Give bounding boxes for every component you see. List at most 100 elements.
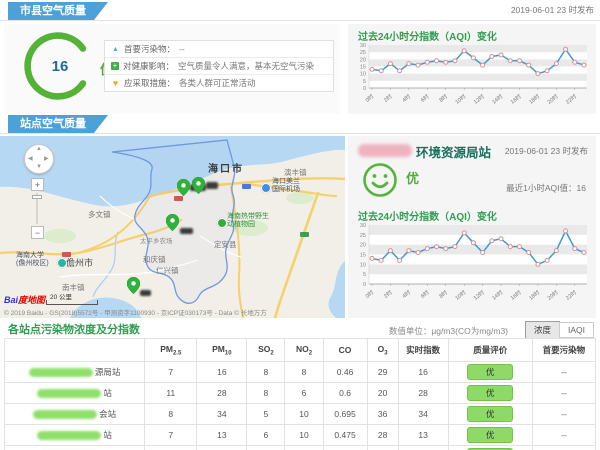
redacted-map-label xyxy=(206,182,218,189)
svg-text:0: 0 xyxy=(363,86,366,92)
primary-pollutant-cell: -- xyxy=(532,425,595,446)
map-attribution: © 2019 Baidu - GS(2018)5572号 - 甲测资字11009… xyxy=(4,307,267,317)
pan-down-icon[interactable]: ▼ xyxy=(36,164,42,170)
pan-up-icon[interactable]: ▲ xyxy=(36,146,42,152)
road-shield xyxy=(300,232,309,237)
info-row: ♥应采取措施：各类人群可正常活动 xyxy=(105,75,333,91)
map-poi-label: 海南热带野生 动植物园 xyxy=(227,213,269,229)
redacted-station-name xyxy=(358,144,412,157)
station-map-pin-icon[interactable] xyxy=(177,179,190,196)
divider xyxy=(0,20,600,21)
unit-note: 数值单位：μg/m3(CO为mg/m3) xyxy=(389,325,508,337)
station-map-pin-icon[interactable] xyxy=(127,277,140,294)
info-text: 各类人群可正常活动 xyxy=(179,77,256,89)
baidu-logo: Bai度地图 xyxy=(4,293,45,306)
value-cell: 8 xyxy=(247,383,285,404)
info-row: ▲ 首要污染物： -- xyxy=(105,41,333,58)
heart-icon: ♥ xyxy=(111,78,120,88)
svg-text:20时: 20时 xyxy=(545,288,559,302)
zoom-in-button[interactable]: + xyxy=(31,178,44,191)
svg-text:0时: 0时 xyxy=(364,92,376,104)
recent-aqi: 最近1小时AQI值：16 xyxy=(506,182,586,194)
value-cell: 10 xyxy=(285,404,323,425)
column-header: 质量评价 xyxy=(448,339,532,362)
station-map-pin-icon[interactable] xyxy=(192,177,205,194)
toggle-inactive[interactable]: IAQI xyxy=(559,322,594,338)
station-publish-time: 2019-06-01 23 时发布 xyxy=(505,145,588,157)
svg-text:15: 15 xyxy=(360,253,366,259)
value-cell: 36 xyxy=(367,404,398,425)
svg-text:14时: 14时 xyxy=(490,92,504,106)
svg-text:20时: 20时 xyxy=(545,92,559,106)
flask-icon: ▲ xyxy=(111,46,120,53)
station-name: 环境资源局站 xyxy=(416,142,491,161)
value-cell: 8 xyxy=(285,362,323,383)
park-icon[interactable] xyxy=(217,218,227,228)
map-label: 儋州市 xyxy=(66,256,93,269)
rating-badge: 优 xyxy=(467,364,513,380)
pan-left-icon[interactable]: ◀ xyxy=(28,155,33,162)
zoom-out-button[interactable]: − xyxy=(31,226,44,239)
pollutant-table: PM2.5PM10SO2NO2COO3实时指数质量评价首要污染物 源局站7168… xyxy=(4,338,596,450)
value-cell: 6 xyxy=(285,383,323,404)
station-aqi-line-chart: 0510152025300时2时4时6时8时10时12时14时16时18时20时… xyxy=(353,222,591,314)
redacted-station-name xyxy=(37,431,101,440)
table-header-row: PM2.5PM10SO2NO2COO3实时指数质量评价首要污染物 xyxy=(5,339,596,362)
value-cell: 0.475 xyxy=(323,425,367,446)
tab-station-air-quality[interactable]: 站点空气质量 xyxy=(8,115,108,133)
svg-text:16时: 16时 xyxy=(509,288,523,302)
svg-text:18时: 18时 xyxy=(527,288,541,302)
tab-city-air-quality[interactable]: 市县空气质量 xyxy=(8,2,108,20)
city-aqi-panel: 16 优 ▲首要污染物：--+对健康影响：空气质量令人满意，基本无空气污染♥应采… xyxy=(4,24,340,114)
svg-text:25: 25 xyxy=(360,233,366,239)
city-chart-panel: 过去24小时分指数（AQI）变化 0510152025300时2时4时6时8时1… xyxy=(348,24,596,114)
airport-icon[interactable] xyxy=(261,183,271,193)
map-label: 演丰镇 xyxy=(284,167,307,178)
redacted-map-label xyxy=(140,290,151,296)
zoom-slider-thumb[interactable] xyxy=(32,195,42,199)
map-label: 和庆镇 xyxy=(143,254,166,265)
rating-badge: 优 xyxy=(467,385,513,401)
svg-text:20: 20 xyxy=(360,57,366,63)
university-icon[interactable] xyxy=(57,258,67,268)
svg-text:10: 10 xyxy=(360,262,366,268)
redacted-map-label xyxy=(180,228,193,234)
svg-text:8时: 8时 xyxy=(437,288,449,300)
road-shield xyxy=(62,252,71,257)
svg-text:8时: 8时 xyxy=(437,92,449,104)
value-cell: 16 xyxy=(197,362,247,383)
svg-text:6时: 6时 xyxy=(419,92,431,104)
health-plus-icon: + xyxy=(111,62,119,70)
pan-right-icon[interactable]: ▶ xyxy=(44,155,49,162)
value-cell: 8 xyxy=(145,404,197,425)
column-header: 实时指数 xyxy=(398,339,448,362)
info-text: -- xyxy=(179,44,185,54)
info-label: 首要污染物： xyxy=(124,43,175,55)
svg-text:10时: 10时 xyxy=(453,92,467,106)
svg-text:10: 10 xyxy=(360,72,366,78)
redacted-station-name xyxy=(33,410,97,419)
value-cell: 28 xyxy=(398,383,448,404)
svg-text:15: 15 xyxy=(360,65,366,71)
map-pan-control[interactable]: ▲ ▼ ◀ ▶ xyxy=(24,144,54,174)
map-label: 仁兴镇 xyxy=(156,265,179,276)
svg-text:25: 25 xyxy=(360,50,366,56)
toggle-active[interactable]: 浓度 xyxy=(525,321,560,339)
smiley-face-icon xyxy=(362,162,398,198)
station-level: 优 xyxy=(406,168,419,187)
recent-aqi-value: 16 xyxy=(577,183,586,193)
station-map-pin-icon[interactable] xyxy=(166,214,179,231)
value-cell: 0.181 xyxy=(323,446,367,450)
station-name-suffix: 源局站 xyxy=(95,366,121,378)
value-cell: 28 xyxy=(197,383,247,404)
table-row: 站1128860.62028优-- xyxy=(5,383,596,404)
baidu-map[interactable]: 海口市儋州市定安县演丰镇多文镇和庆镇仁兴镇南丰镇太平乡农场海口美兰 国际机场海南… xyxy=(0,136,345,318)
map-scale-bar xyxy=(46,300,98,305)
value-cell: 21 xyxy=(285,446,323,450)
city-chart-title: 过去24小时分指数（AQI）变化 xyxy=(358,28,497,43)
svg-text:2时: 2时 xyxy=(382,288,394,300)
value-cell: 13 xyxy=(197,425,247,446)
column-header: PM10 xyxy=(197,339,247,362)
value-cell: 34 xyxy=(197,404,247,425)
map-poi-label: 海口美兰 国际机场 xyxy=(272,178,300,194)
